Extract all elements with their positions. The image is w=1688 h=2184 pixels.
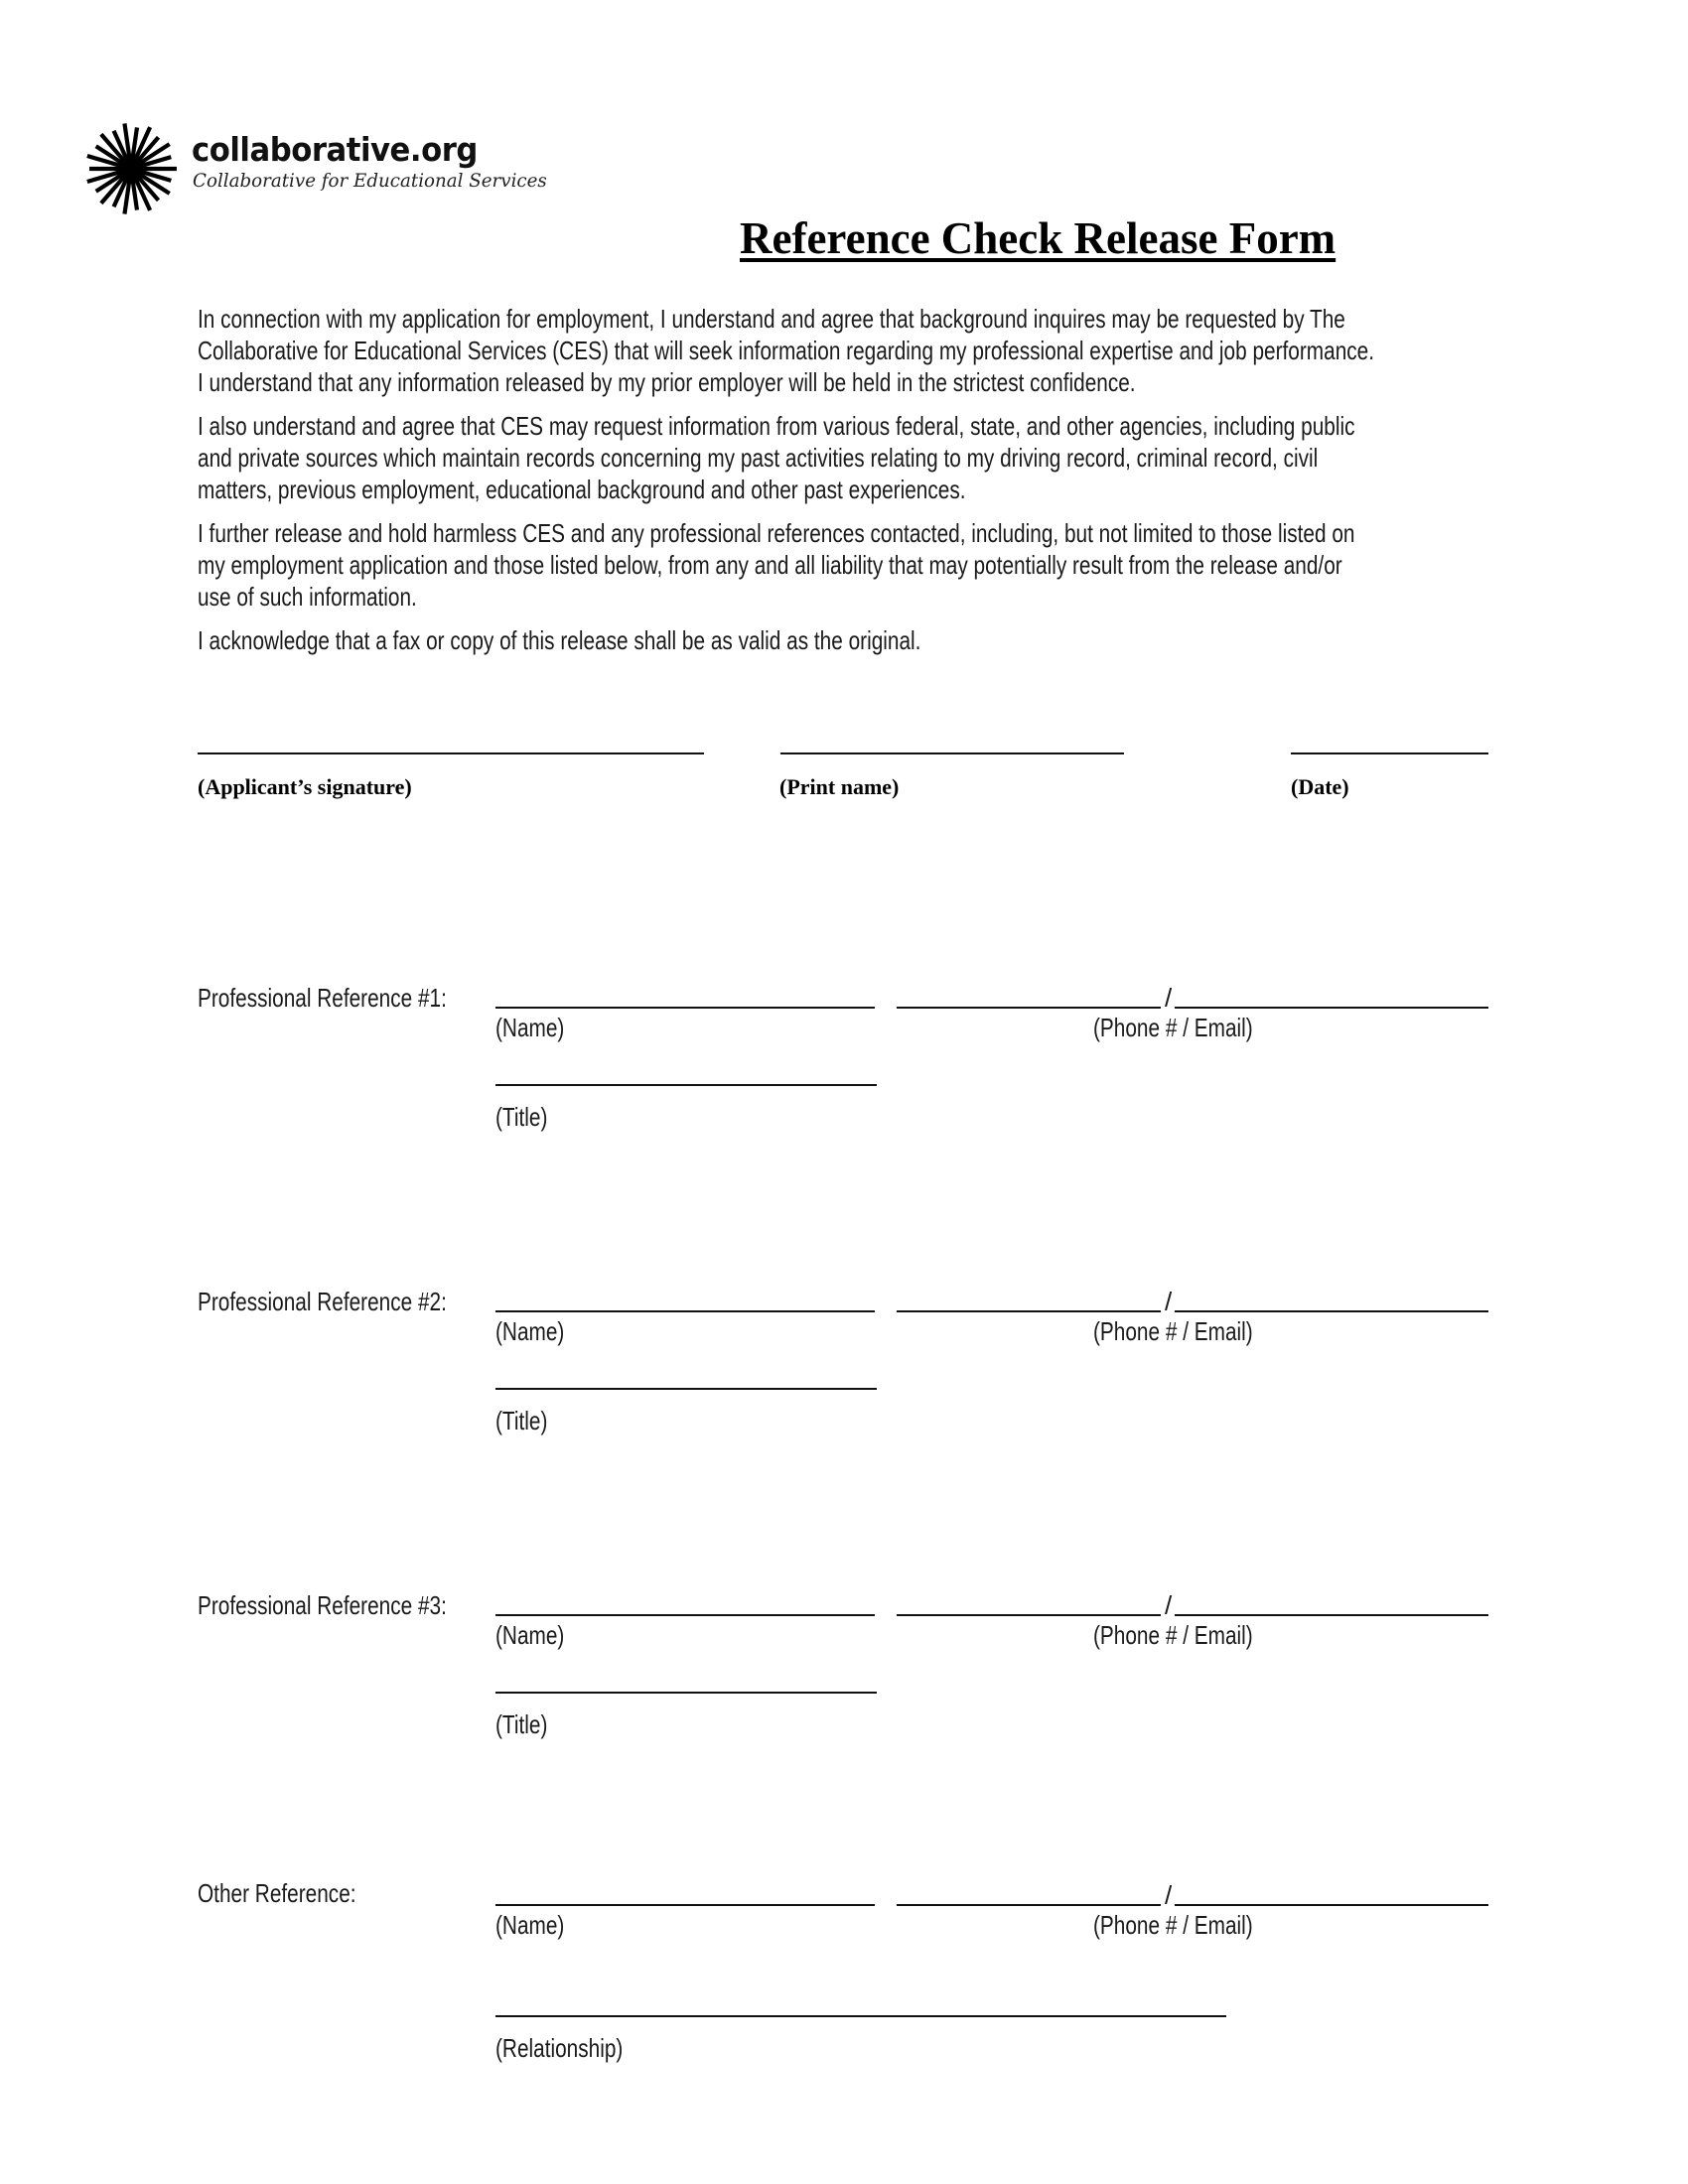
reference-title-field[interactable] <box>495 1084 877 1086</box>
paragraph-line: matters, previous employment, educationa… <box>198 475 966 504</box>
logo-subtitle: Collaborative for Educational Services <box>193 170 547 192</box>
reference-name-label: (Name) <box>495 1620 565 1650</box>
reference-title-label: (Title) <box>495 1406 548 1435</box>
reference-relationship-label: (Relationship) <box>495 2033 624 2063</box>
reference-title-label: (Title) <box>495 1102 548 1132</box>
reference-email-field[interactable] <box>1175 1007 1488 1009</box>
page-title: Reference Check Release Form <box>740 213 1336 263</box>
reference-phone-field[interactable] <box>897 1310 1161 1312</box>
reference-name-field[interactable] <box>495 1904 875 1906</box>
reference-name-label: (Name) <box>495 1910 565 1940</box>
reference-title-label: (Title) <box>495 1709 548 1739</box>
reference-title-field[interactable] <box>495 1692 877 1694</box>
phone-email-separator: / <box>1165 983 1173 1013</box>
reference-label: Other Reference: <box>198 1878 356 1908</box>
reference-email-field[interactable] <box>1175 1614 1488 1616</box>
paragraph-line: use of such information. <box>198 582 417 612</box>
reference-phone-field[interactable] <box>897 1007 1161 1009</box>
reference-name-field[interactable] <box>495 1310 875 1312</box>
reference-title-field[interactable] <box>495 1388 877 1390</box>
reference-email-field[interactable] <box>1175 1904 1488 1906</box>
paragraph-line: I further release and hold harmless CES … <box>198 518 1355 548</box>
print-name-label: (Print name) <box>779 774 900 799</box>
reference-relationship-field[interactable] <box>495 2015 1226 2017</box>
reference-label: Professional Reference #2: <box>198 1287 447 1316</box>
reference-contact-label: (Phone # / Email) <box>1093 1620 1253 1650</box>
applicant-signature-label: (Applicant’s signature) <box>198 774 412 799</box>
logo-wordmark: collaborative.org <box>192 130 478 169</box>
phone-email-separator: / <box>1165 1880 1173 1910</box>
reference-name-label: (Name) <box>495 1013 565 1042</box>
reference-contact-label: (Phone # / Email) <box>1093 1316 1253 1346</box>
paragraph-line: I also understand and agree that CES may… <box>198 411 1355 441</box>
phone-email-separator: / <box>1165 1287 1173 1316</box>
paragraph-line: and private sources which maintain recor… <box>198 443 1319 473</box>
reference-name-field[interactable] <box>495 1007 875 1009</box>
reference-name-field[interactable] <box>495 1614 875 1616</box>
logo-starburst-icon <box>83 121 179 216</box>
print-name-field[interactable] <box>780 752 1124 754</box>
phone-email-separator: / <box>1165 1590 1173 1620</box>
date-field[interactable] <box>1291 752 1488 754</box>
reference-label: Professional Reference #1: <box>198 983 447 1013</box>
reference-phone-field[interactable] <box>897 1614 1161 1616</box>
reference-label: Professional Reference #3: <box>198 1590 447 1620</box>
paragraph-line: Collaborative for Educational Services (… <box>198 336 1375 365</box>
paragraph-line: I understand that any information releas… <box>198 367 1136 397</box>
applicant-signature-field[interactable] <box>198 752 704 754</box>
paragraph-line: In connection with my application for em… <box>198 304 1345 334</box>
reference-contact-label: (Phone # / Email) <box>1093 1013 1253 1042</box>
date-label: (Date) <box>1291 774 1349 799</box>
reference-name-label: (Name) <box>495 1316 565 1346</box>
reference-contact-label: (Phone # / Email) <box>1093 1910 1253 1940</box>
reference-phone-field[interactable] <box>897 1904 1161 1906</box>
paragraph-line: I acknowledge that a fax or copy of this… <box>198 625 921 655</box>
reference-email-field[interactable] <box>1175 1310 1488 1312</box>
paragraph-line: my employment application and those list… <box>198 550 1342 580</box>
